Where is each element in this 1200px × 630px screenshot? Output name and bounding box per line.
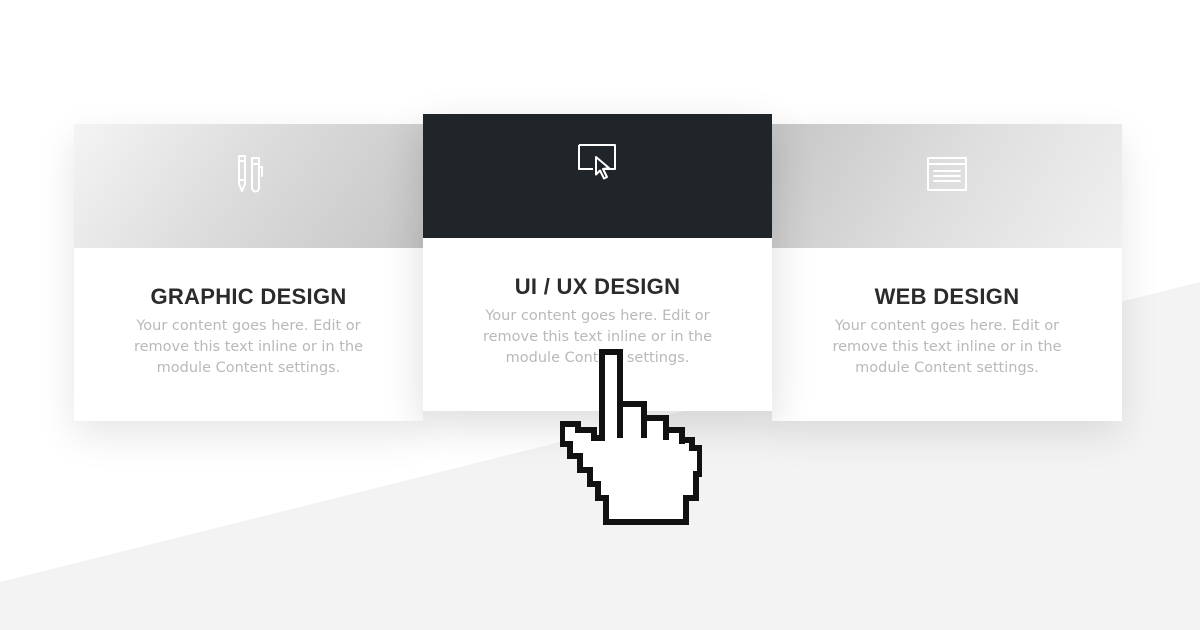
service-card-web-design[interactable]: WEB DESIGN Your content goes here. Edit … [772, 124, 1122, 421]
card-description: Your content goes here. Edit or remove t… [832, 318, 1062, 376]
card-title: WEB DESIGN [874, 284, 1020, 309]
card-header [74, 124, 423, 248]
card-title: UI / UX DESIGN [514, 274, 681, 299]
card-description: Your content goes here. Edit or remove t… [133, 318, 364, 376]
hand-pointer-icon [560, 349, 702, 525]
card-title: GRAPHIC DESIGN [150, 284, 347, 309]
card-header [423, 114, 772, 238]
card-body: GRAPHIC DESIGN Your content goes here. E… [74, 284, 423, 379]
service-card-graphic-design[interactable]: GRAPHIC DESIGN Your content goes here. E… [74, 124, 423, 421]
browser-window-icon [927, 157, 967, 191]
card-body: WEB DESIGN Your content goes here. Edit … [772, 284, 1122, 379]
pens-icon [237, 155, 263, 193]
card-header [772, 124, 1122, 248]
screen-cursor-icon [577, 144, 616, 180]
